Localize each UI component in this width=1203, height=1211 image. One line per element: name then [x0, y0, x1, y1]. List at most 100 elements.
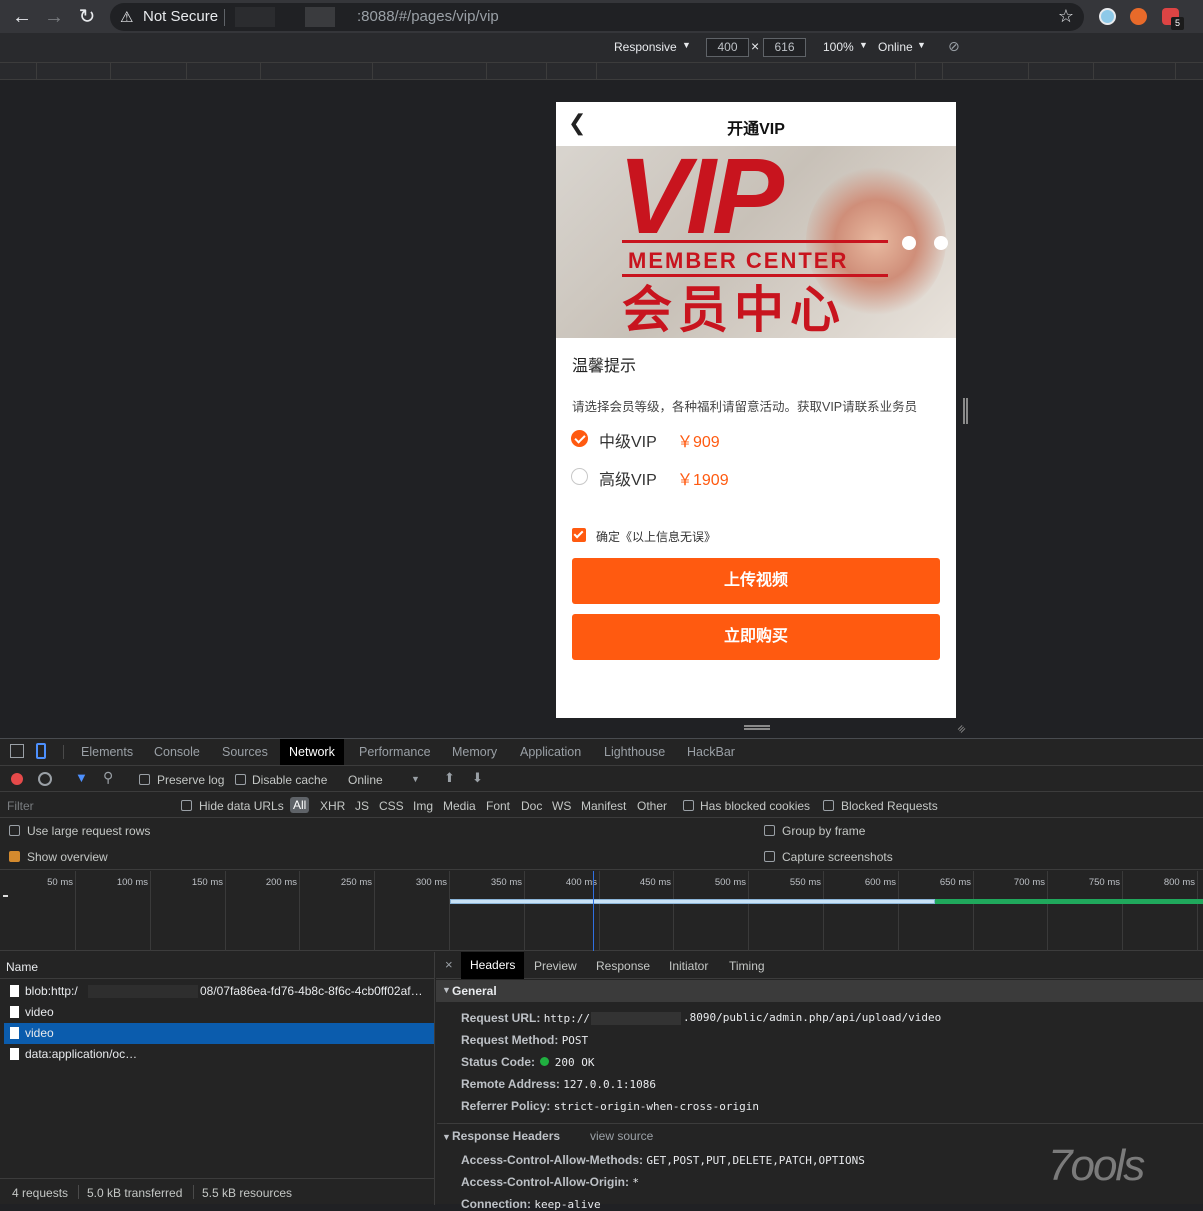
agree-checkbox[interactable]	[572, 528, 586, 542]
tab-timing[interactable]: Timing	[729, 959, 765, 973]
extension-icon[interactable]	[1130, 8, 1147, 25]
record-icon[interactable]	[11, 773, 23, 785]
resize-corner-icon[interactable]: ≡	[954, 722, 969, 737]
request-row-selected[interactable]: video	[4, 1023, 434, 1044]
header-value-tail: .8090/public/admin.php/api/upload/video	[683, 1011, 942, 1024]
large-rows-checkbox[interactable]	[9, 825, 20, 836]
banner-rule	[622, 240, 888, 243]
view-source-link[interactable]: view source	[590, 1129, 653, 1143]
filter-funnel-icon[interactable]: ▼	[75, 770, 88, 785]
extension-icon[interactable]	[1099, 8, 1116, 25]
divider	[63, 745, 64, 759]
tab-preview[interactable]: Preview	[534, 959, 577, 973]
watermark-logo: 7ools	[1048, 1141, 1145, 1190]
disable-cache-checkbox[interactable]	[235, 774, 246, 785]
search-icon[interactable]: ⚲	[103, 769, 113, 786]
device-mode-icon[interactable]	[36, 743, 46, 759]
filter-type-ws[interactable]: WS	[552, 799, 571, 813]
show-overview-checkbox[interactable]	[9, 851, 20, 862]
throttle-dropdown[interactable]: Online	[348, 773, 383, 787]
filter-type-other[interactable]: Other	[637, 799, 667, 813]
tab-memory[interactable]: Memory	[452, 739, 497, 765]
tab-performance[interactable]: Performance	[359, 739, 431, 765]
filter-type-manifest[interactable]: Manifest	[581, 799, 626, 813]
close-icon[interactable]: ×	[445, 957, 453, 972]
radio-unchecked-icon[interactable]	[571, 468, 588, 485]
filter-type-all[interactable]: All	[290, 797, 310, 813]
vip-banner: VIP MEMBER CENTER 会员中心	[556, 146, 956, 338]
preserve-log-checkbox[interactable]	[139, 774, 150, 785]
filter-type-doc[interactable]: Doc	[521, 799, 542, 813]
rotate-icon[interactable]: ⊘	[948, 38, 960, 55]
tab-headers[interactable]: Headers	[461, 952, 525, 979]
tab-response[interactable]: Response	[596, 959, 650, 973]
upload-video-button[interactable]: 上传视频	[572, 558, 940, 604]
clear-icon[interactable]	[38, 772, 52, 786]
tab-sources[interactable]: Sources	[222, 739, 268, 765]
resize-handle-right[interactable]	[963, 398, 968, 424]
resize-handle-bottom[interactable]	[744, 725, 770, 730]
general-section-header[interactable]: ▼ General	[436, 980, 1203, 1002]
tab-lighthouse[interactable]: Lighthouse	[604, 739, 665, 765]
filter-type-img[interactable]: Img	[413, 799, 433, 813]
tab-console[interactable]: Console	[154, 739, 200, 765]
security-label[interactable]: Not Secure	[143, 8, 218, 25]
bookmark-star-icon[interactable]: ☆	[1058, 6, 1074, 27]
filter-type-font[interactable]: Font	[486, 799, 510, 813]
throttle-select[interactable]: Online	[878, 40, 913, 54]
height-input[interactable]: 616	[763, 38, 806, 57]
radio-checked-icon[interactable]	[571, 430, 588, 447]
back-arrow-icon[interactable]: ←	[9, 4, 35, 30]
response-headers-title[interactable]: Response Headers	[452, 1129, 560, 1143]
group-by-frame-checkbox[interactable]	[764, 825, 775, 836]
requests-count: 4 requests	[12, 1186, 69, 1200]
tab-initiator[interactable]: Initiator	[669, 959, 708, 973]
capture-screenshots-checkbox[interactable]	[764, 851, 775, 862]
filter-type-css[interactable]: CSS	[379, 799, 404, 813]
inspect-element-icon[interactable]	[10, 744, 24, 758]
expand-triangle-icon[interactable]: ▼	[442, 1132, 451, 1142]
blocked-requests-checkbox[interactable]	[823, 800, 834, 811]
hide-data-urls-checkbox[interactable]	[181, 800, 192, 811]
import-har-icon[interactable]: ⬆	[444, 770, 455, 786]
zoom-select[interactable]: 100%	[823, 40, 854, 54]
device-select[interactable]: Responsive	[614, 40, 677, 54]
vip-option-mid[interactable]: 中级VIP ￥909	[571, 427, 931, 451]
tab-network[interactable]: Network	[280, 739, 344, 765]
forward-arrow-icon[interactable]: →	[41, 4, 67, 30]
filter-type-xhr[interactable]: XHR	[320, 799, 345, 813]
filter-type-media[interactable]: Media	[443, 799, 476, 813]
reload-icon[interactable]: ↻	[74, 4, 100, 30]
tab-hackbar[interactable]: HackBar	[687, 739, 735, 765]
blocked-cookies-checkbox[interactable]	[683, 800, 694, 811]
decoration-dot	[902, 236, 916, 250]
option-name: 中级VIP	[599, 434, 657, 451]
extension-badge: 5	[1171, 17, 1184, 30]
times-icon: ×	[751, 38, 760, 54]
request-row[interactable]: blob:http:/ 08/07fa86ea-fd76-4b8c-8f6c-4…	[4, 981, 434, 1002]
buy-now-button[interactable]: 立即购买	[572, 614, 940, 660]
option-price: ￥1909	[677, 472, 729, 489]
tab-application[interactable]: Application	[520, 739, 581, 765]
width-input[interactable]: 400	[706, 38, 749, 57]
tab-elements[interactable]: Elements	[81, 739, 133, 765]
timeline-gridline	[599, 871, 600, 951]
timeline-tick-label: 200 ms	[265, 877, 297, 888]
name-column-header[interactable]: Name	[6, 960, 38, 974]
divider	[78, 1185, 79, 1199]
timeline-gridline	[973, 871, 974, 951]
url-text[interactable]: :8088/#/pages/vip/vip	[357, 8, 499, 25]
address-bar[interactable]: ⚠ Not Secure :8088/#/pages/vip/vip ☆	[110, 3, 1084, 31]
banner-cn-text: 会员中心	[622, 282, 846, 338]
caret-down-icon: ▼	[411, 774, 420, 784]
option-name: 高级VIP	[599, 472, 657, 489]
request-name: blob:http:/	[25, 984, 78, 998]
overview-timeline[interactable]: 50 ms 100 ms 150 ms 200 ms 250 ms 300 ms 350 m…	[0, 871, 1203, 951]
request-row[interactable]: video	[4, 1002, 434, 1023]
export-har-icon[interactable]: ⬇	[472, 770, 483, 786]
large-rows-label: Use large request rows	[27, 824, 151, 838]
request-row[interactable]: data:application/oc…	[4, 1044, 434, 1065]
vip-option-high[interactable]: 高级VIP ￥1909	[571, 465, 931, 489]
filter-type-js[interactable]: JS	[355, 799, 369, 813]
filter-input[interactable]: Filter	[7, 799, 34, 813]
